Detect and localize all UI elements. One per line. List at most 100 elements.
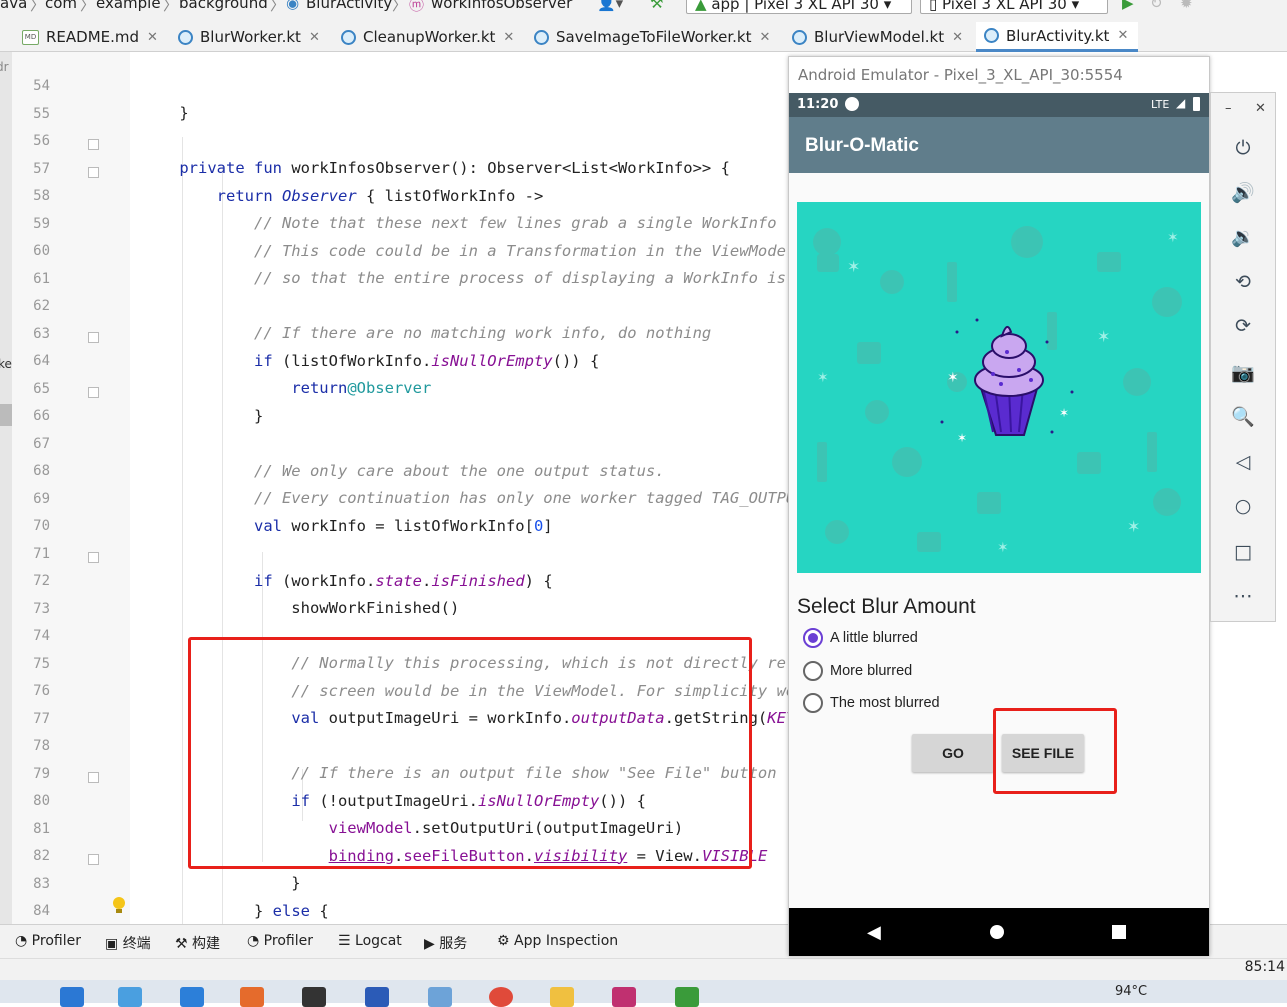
line-number[interactable]: 64 — [26, 353, 50, 369]
run-icon[interactable]: ▶ — [1122, 0, 1134, 12]
tab-readme[interactable]: MD README.md ✕ — [22, 22, 158, 52]
breadcrumb-item[interactable]: workInfosObserver — [431, 0, 572, 12]
breadcrumb-item[interactable]: BlurActivity — [306, 0, 392, 12]
code-line[interactable]: // We only care about the one output sta… — [142, 462, 665, 480]
code-line[interactable]: // Note that these next few lines grab a… — [142, 214, 777, 232]
go-button[interactable]: GO — [912, 734, 994, 772]
scroll-thumb[interactable] — [0, 404, 12, 426]
line-number[interactable]: 84 — [26, 903, 50, 919]
fold-marker[interactable] — [88, 166, 99, 178]
fold-marker[interactable] — [88, 331, 99, 343]
line-number[interactable]: 75 — [26, 656, 50, 672]
word-icon[interactable] — [365, 987, 389, 1007]
volume-up-icon[interactable]: 🔊 — [1230, 179, 1256, 205]
code-line[interactable]: val workInfo = listOfWorkInfo[0] — [142, 517, 553, 535]
option-label[interactable]: More blurred — [830, 663, 912, 679]
line-number[interactable]: 71 — [26, 546, 50, 562]
more-icon[interactable]: ⋯ — [1230, 583, 1256, 609]
hammer-icon[interactable]: ⚒ — [650, 0, 663, 12]
line-number[interactable]: 74 — [26, 628, 50, 644]
line-number[interactable]: 76 — [26, 683, 50, 699]
radio-more-blurred[interactable] — [803, 661, 823, 681]
line-number[interactable]: 81 — [26, 821, 50, 837]
line-number[interactable]: 57 — [26, 161, 50, 177]
close-icon[interactable]: ✕ — [309, 30, 320, 45]
tool-app-inspection[interactable]: ⚙ App Inspection — [497, 933, 618, 949]
code-line[interactable]: // This code could be in a Transformatio… — [142, 242, 790, 260]
fold-marker[interactable] — [88, 854, 99, 865]
close-icon[interactable]: ✕ — [760, 30, 771, 45]
radio-most-blurred[interactable] — [803, 693, 823, 713]
rotate-right-icon[interactable]: ⟳ — [1230, 313, 1256, 339]
line-number[interactable]: 83 — [26, 876, 50, 892]
rotate-left-icon[interactable]: ⟲ — [1230, 269, 1256, 295]
tool-profiler[interactable]: ◔ Profiler — [15, 933, 81, 949]
volume-down-icon[interactable]: 🔉 — [1230, 223, 1256, 249]
line-number[interactable]: 59 — [26, 216, 50, 232]
line-number[interactable]: 67 — [26, 436, 50, 452]
tab-blurviewmodel[interactable]: BlurViewModel.kt ✕ — [792, 22, 963, 52]
zoom-icon[interactable]: 🔍 — [1230, 403, 1256, 429]
line-number[interactable]: 61 — [26, 271, 50, 287]
option-label[interactable]: A little blurred — [830, 630, 918, 646]
line-number[interactable]: 60 — [26, 243, 50, 259]
tool-terminal[interactable]: ▣ 终端 — [105, 933, 151, 953]
line-number[interactable]: 63 — [26, 326, 50, 342]
code-line[interactable]: if (workInfo.state.isFinished) { — [142, 572, 553, 590]
app-icon[interactable] — [118, 987, 142, 1007]
device-select[interactable]: ▯ Pixel 3 XL API 30 ▾ — [920, 0, 1108, 14]
close-icon[interactable]: ✕ — [1255, 101, 1266, 116]
app-icon[interactable] — [240, 987, 264, 1007]
line-number[interactable]: 77 — [26, 711, 50, 727]
tool-profiler-2[interactable]: ◔ Profiler — [247, 933, 313, 949]
android-studio-icon[interactable] — [675, 987, 699, 1007]
radio-little-blurred[interactable] — [803, 628, 823, 648]
fold-marker[interactable] — [88, 771, 99, 783]
line-number[interactable]: 73 — [26, 601, 50, 617]
phone-screen[interactable]: 11:20 LTE ◢ Blur-O-Matic ✶ ✶ ✶ ✶ ✶ ✶ ✶ ✶… — [789, 93, 1209, 956]
close-icon[interactable]: ✕ — [952, 30, 963, 45]
tool-build[interactable]: ⚒ 构建 — [175, 933, 220, 953]
code-line[interactable]: } — [142, 874, 300, 892]
code-line[interactable]: return@Observer — [142, 379, 431, 397]
fold-marker[interactable] — [88, 551, 99, 563]
back-icon[interactable]: ◁ — [1230, 449, 1256, 475]
code-line[interactable]: // If there are no matching work info, d… — [142, 324, 711, 342]
fold-marker[interactable] — [88, 139, 99, 150]
line-number[interactable]: 68 — [26, 463, 50, 479]
camera-icon[interactable]: 📷 — [1230, 359, 1256, 385]
user-icon[interactable]: 👤▾ — [597, 0, 623, 12]
debug-icon[interactable]: ✹ — [1180, 0, 1193, 12]
run-config-select[interactable]: ▲ app | Pixel 3 XL API 30 ▾ — [686, 0, 912, 14]
project-panel-edge[interactable]: dr ke — [0, 52, 12, 924]
code-line[interactable]: // so that the entire process of display… — [142, 269, 786, 287]
tab-bluractivity[interactable]: BlurActivity.kt ✕ — [976, 22, 1139, 52]
lightbulb-icon[interactable] — [112, 897, 126, 915]
line-number[interactable]: 54 — [26, 78, 50, 94]
tool-services[interactable]: ▶ 服务 — [424, 933, 467, 953]
back-icon[interactable]: ◀ — [867, 922, 881, 943]
line-number[interactable]: 72 — [26, 573, 50, 589]
line-number[interactable]: 66 — [26, 408, 50, 424]
line-number[interactable]: 62 — [26, 298, 50, 314]
line-number[interactable]: 79 — [26, 766, 50, 782]
line-number[interactable]: 82 — [26, 848, 50, 864]
home-icon[interactable]: ○ — [1230, 493, 1256, 519]
apply-changes-icon[interactable]: ↻ — [1150, 0, 1163, 12]
code-line[interactable]: } — [142, 407, 263, 425]
breadcrumb-item[interactable]: background — [179, 0, 268, 12]
minimize-icon[interactable]: – — [1225, 101, 1232, 116]
code-line[interactable]: return Observer { listOfWorkInfo -> — [142, 187, 544, 205]
breadcrumb-item[interactable]: ava — [0, 0, 27, 12]
chrome-icon[interactable] — [489, 987, 513, 1007]
tab-blurworker[interactable]: BlurWorker.kt ✕ — [178, 22, 320, 52]
tool-logcat[interactable]: ☰ Logcat — [338, 933, 402, 949]
line-number[interactable]: 80 — [26, 793, 50, 809]
code-line[interactable]: } — [142, 104, 188, 122]
caret-position[interactable]: 85:14 — [1245, 959, 1285, 975]
app-icon[interactable] — [428, 987, 452, 1007]
line-number[interactable]: 69 — [26, 491, 50, 507]
tab-cleanupworker[interactable]: CleanupWorker.kt ✕ — [341, 22, 514, 52]
terminal-icon[interactable] — [302, 987, 326, 1007]
line-number[interactable]: 58 — [26, 188, 50, 204]
